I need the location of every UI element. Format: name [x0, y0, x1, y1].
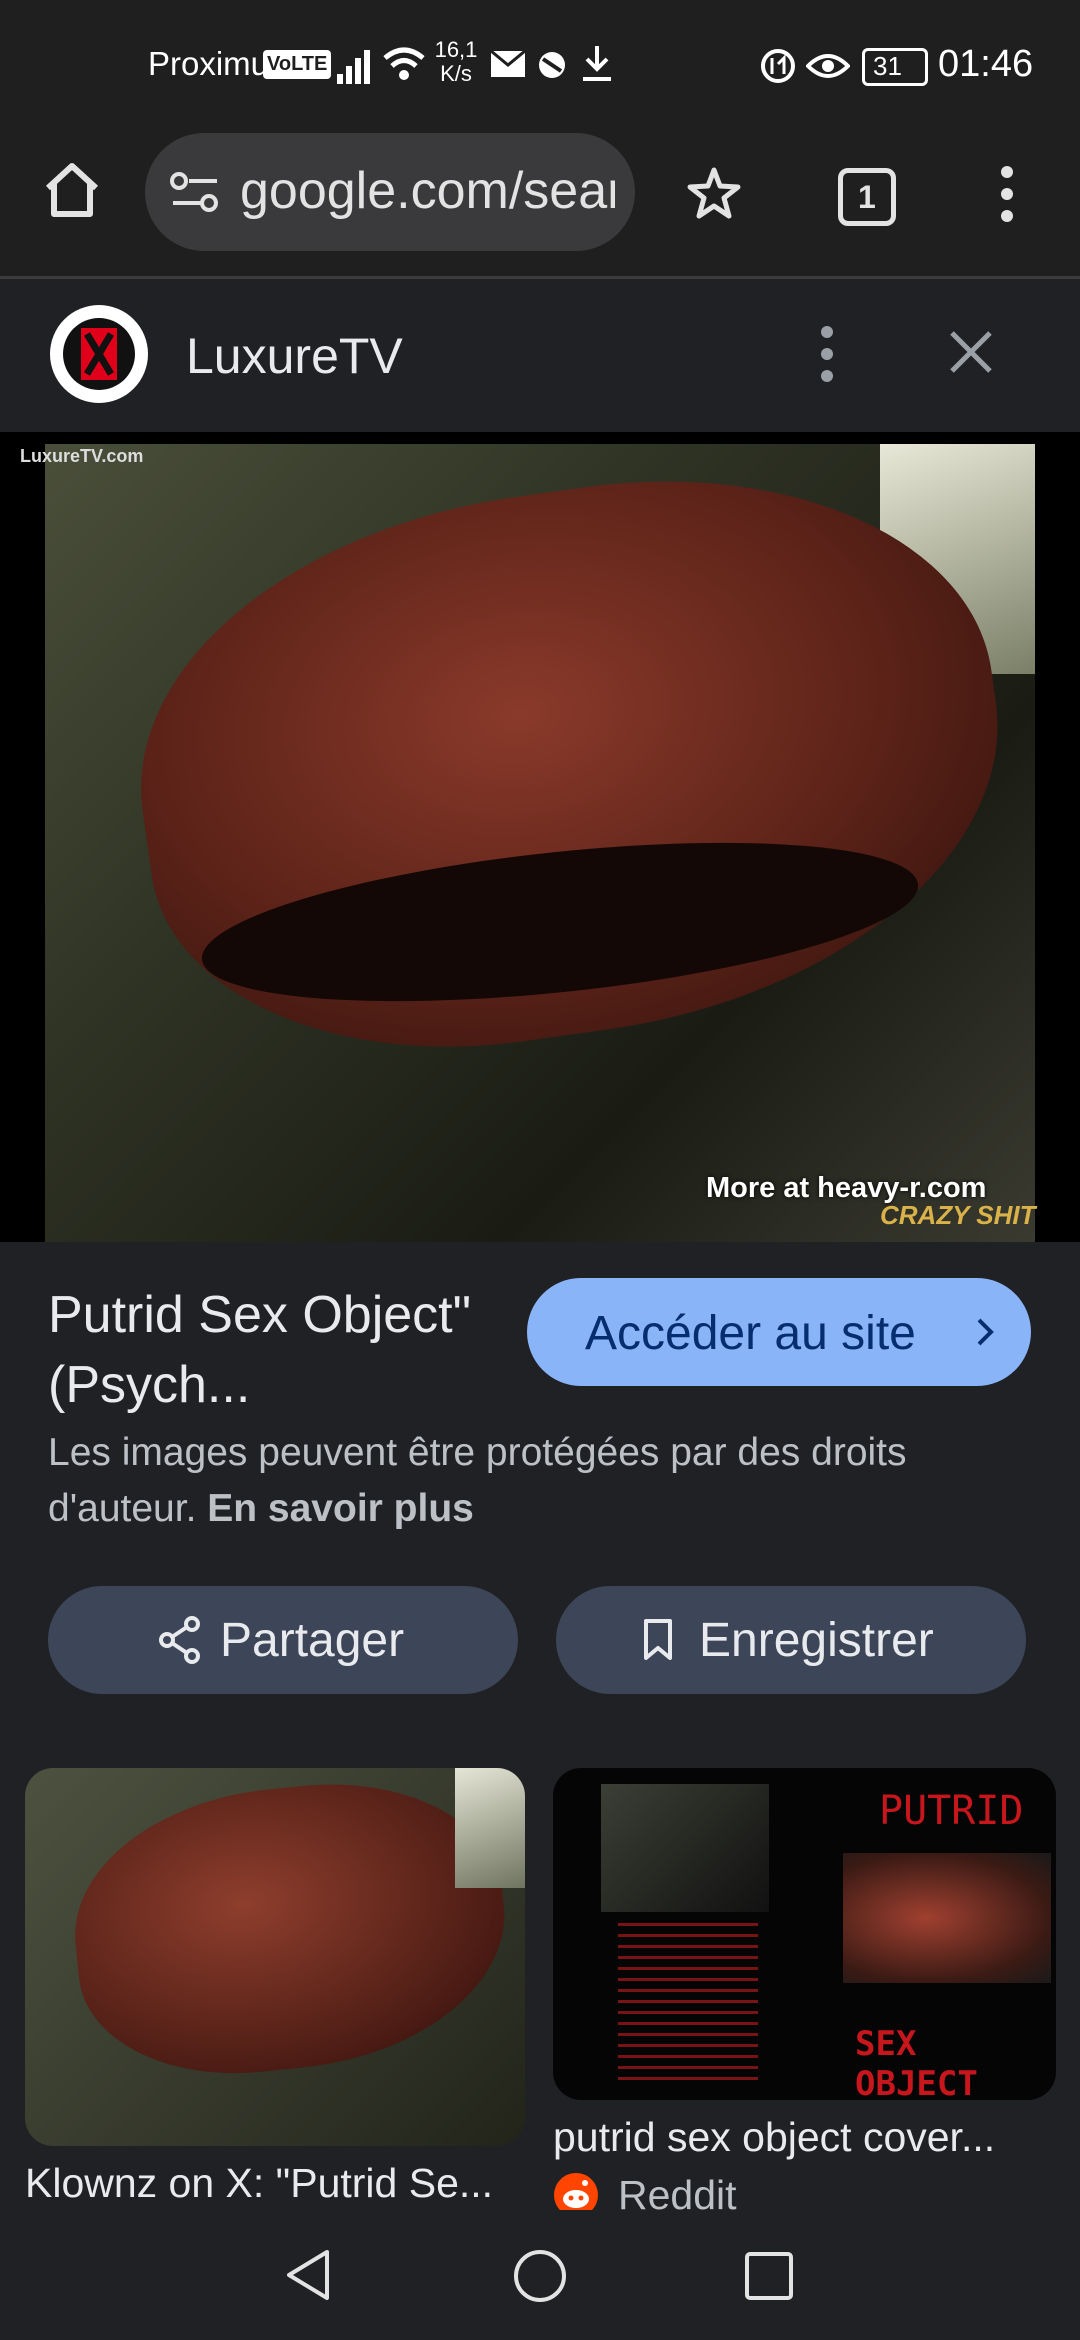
data-saver-icon — [761, 49, 795, 83]
panel-more-icon[interactable] — [817, 324, 837, 384]
site-favicon — [50, 305, 148, 403]
visit-site-button[interactable]: Accéder au site — [527, 1278, 1031, 1386]
browser-toolbar: google.com/sear 1 — [0, 130, 1080, 278]
battery-icon: 31 — [862, 48, 928, 86]
visit-site-label: Accéder au site — [585, 1307, 916, 1360]
thumbnail-highlight — [455, 1768, 525, 1888]
tabs-button[interactable]: 1 — [838, 168, 896, 226]
chevron-right-icon — [977, 1318, 994, 1346]
watermark-top: LuxureTV.com — [20, 446, 144, 466]
mail-icon — [490, 50, 526, 77]
related-thumbnail[interactable] — [25, 1768, 525, 2146]
more-vert-icon[interactable] — [996, 164, 1018, 224]
image-title[interactable]: Putrid Sex Object" (Psych... — [48, 1280, 488, 1420]
bookmark-star-icon[interactable] — [686, 166, 742, 220]
url-text[interactable]: google.com/sear — [240, 161, 615, 221]
wifi-icon — [383, 47, 425, 80]
volte-badge: VoLTE — [263, 50, 332, 79]
address-bar[interactable]: google.com/sear — [145, 133, 635, 251]
cover-text-block — [618, 1923, 758, 2083]
image-panel-header: LuxureTV — [0, 279, 1080, 432]
favicon-badge — [63, 318, 135, 390]
home-nav-icon[interactable] — [512, 2248, 568, 2304]
related-caption[interactable]: Klownz on X: "Putrid Se... — [25, 2160, 520, 2207]
site-settings-icon[interactable] — [169, 171, 221, 213]
cover-subtitle: SEX OBJECT — [855, 2024, 978, 2100]
net-speed: 16,1 K/s — [433, 38, 479, 86]
bookmark-icon — [644, 1619, 672, 1660]
related-thumbnail[interactable]: PUTRID SEX OBJECT — [553, 1768, 1056, 2100]
related-caption[interactable]: putrid sex object cover... — [553, 2114, 1048, 2161]
cover-photo — [601, 1784, 769, 1912]
battery-level: 31 — [873, 51, 902, 81]
home-icon[interactable] — [42, 160, 102, 220]
eye-comfort-icon — [806, 54, 850, 78]
save-button[interactable]: Enregistrer — [556, 1586, 1026, 1694]
site-name[interactable]: LuxureTV — [186, 327, 403, 385]
vpn-icon — [539, 52, 565, 78]
status-bar: Proximus VoLTE 16,1 K/s 31 01:46 — [0, 0, 1080, 130]
tab-count: 1 — [858, 179, 876, 215]
luxuretv-logo-icon — [81, 328, 117, 380]
copyright-notice: Les images peuvent être protégées par de… — [48, 1425, 1048, 1537]
net-speed-unit: K/s — [440, 61, 472, 86]
close-icon[interactable] — [948, 329, 994, 375]
learn-more-link[interactable]: En savoir plus — [207, 1487, 474, 1530]
preview-image[interactable]: LuxureTV.com More at heavy-r.com CRAZY S… — [0, 432, 1080, 1242]
clock: 01:46 — [938, 43, 1034, 85]
share-button[interactable]: Partager — [48, 1586, 518, 1694]
signal-icon — [337, 50, 370, 84]
cover-title: PUTRID — [879, 1788, 1024, 1834]
crazy-shit-logo: CRAZY SHIT — [880, 1200, 1036, 1230]
share-icon — [159, 1616, 200, 1664]
thumbnail-subject — [61, 1768, 519, 2090]
recents-icon[interactable] — [744, 2251, 794, 2301]
share-label: Partager — [220, 1614, 405, 1667]
cover-photo — [843, 1853, 1051, 1983]
system-nav-bar — [0, 2210, 1080, 2340]
download-icon — [583, 46, 611, 81]
back-icon[interactable] — [283, 2248, 333, 2302]
net-speed-value: 16,1 — [434, 37, 478, 62]
copyright-text: Les images peuvent être protégées par de… — [48, 1431, 907, 1530]
save-label: Enregistrer — [699, 1614, 934, 1667]
